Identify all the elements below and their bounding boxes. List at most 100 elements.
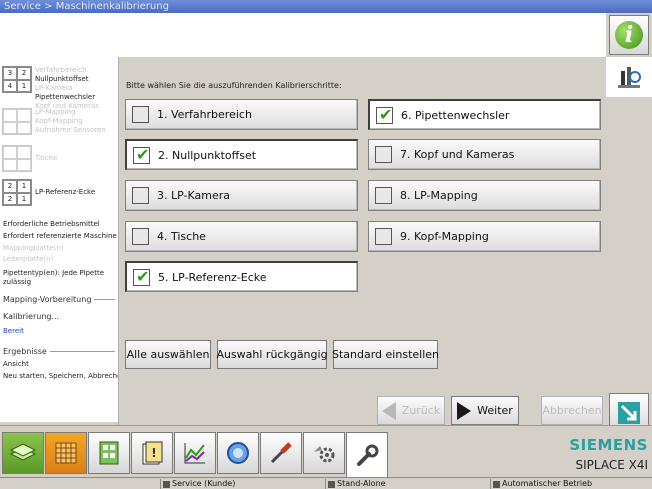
step-prompt: Bitte wählen Sie die auszuführenden Kali… [126, 81, 342, 90]
calibration-cards: Leiterplatte(n) [3, 255, 54, 263]
right-toolbar: i [606, 13, 652, 435]
tab-messages[interactable]: ! [131, 432, 173, 474]
step-label: 3. LP-Kamera [157, 189, 230, 202]
back-button[interactable]: Zurück [377, 396, 445, 425]
lp-step-label: Tische [35, 154, 58, 162]
step-label: 8. LP-Mapping [400, 189, 478, 202]
select-all-button[interactable]: Alle auswählen [125, 340, 211, 369]
camera-icon [227, 442, 249, 464]
required-machine: Erfordert referenzierte Maschine [3, 232, 117, 240]
wrench-icon [357, 444, 379, 466]
tab-service[interactable] [346, 432, 388, 478]
step-label: 7. Kopf und Kameras [400, 148, 515, 161]
user-icon [163, 480, 170, 488]
bottom-taskbar: ! SIEMENS SIPLACE X4I [0, 425, 652, 478]
siemens-logo: SIEMENS [569, 436, 648, 454]
step-5-button[interactable]: ✔ 5. LP-Referenz-Ecke [125, 261, 358, 292]
lp-step-label: Nullpunktoffset [35, 75, 89, 83]
tab-settings[interactable] [303, 432, 345, 474]
step-8-button[interactable]: 8. LP-Mapping [368, 180, 601, 211]
section-calibration: Kalibrierung... [3, 312, 60, 321]
step-1-button[interactable]: 1. Verfahrbereich [125, 99, 358, 130]
calibration-tool-icon [617, 67, 641, 88]
lp-step-label: Pipettenwechsler [35, 93, 96, 101]
document-icon [99, 441, 119, 465]
step-6-button[interactable]: ✔ 6. Pipettenwechsler [368, 99, 601, 130]
status-service: Service (Kunde) [160, 479, 325, 489]
step-7-button[interactable]: 7. Kopf und Kameras [368, 139, 601, 170]
status-line: Stand-Alone [325, 479, 490, 489]
grid-icon [55, 442, 77, 464]
set-default-button[interactable]: Standard einstellen [332, 340, 439, 369]
stack-icon [9, 443, 37, 461]
product-name: SIPLACE X4I [575, 458, 648, 472]
lp-step-label: LP-Kamera [35, 84, 73, 92]
tab-line[interactable] [88, 432, 130, 474]
step-3-checkbox[interactable] [132, 187, 149, 204]
tab-setup[interactable] [45, 432, 87, 474]
result-actions: Neu starten, Speichern, Abbrechen [3, 372, 126, 380]
step-4-checkbox[interactable] [132, 228, 149, 245]
status-operation: Automatischer Betrieb [490, 479, 652, 489]
chart-icon [184, 443, 205, 464]
step-9-button[interactable]: 9. Kopf-Mapping [368, 221, 601, 252]
step-label: 9. Kopf-Mapping [400, 230, 489, 243]
mapping-plate: Mappingplatte(n) [3, 244, 64, 252]
section-mapping: Mapping-Vorbereitung [3, 295, 115, 304]
required-resources-title: Erforderliche Betriebsmittel [3, 220, 100, 228]
main-panel: Bitte wählen Sie die auszuführenden Kali… [118, 57, 606, 435]
tab-camera[interactable] [217, 432, 259, 474]
exit-arrow-icon [618, 402, 640, 424]
result-view: Ansicht [3, 360, 29, 368]
section-results: Ergebnisse [3, 347, 115, 356]
lp-step-label: LP-Mapping [35, 108, 76, 116]
svg-text:!: ! [151, 446, 156, 460]
step-6-checkbox[interactable]: ✔ [376, 104, 393, 124]
tab-tools[interactable] [260, 432, 302, 474]
next-button[interactable]: Weiter [451, 396, 519, 425]
line-icon [328, 480, 335, 488]
window-title: Service > Maschinenkalibrierung [0, 0, 652, 13]
info-button[interactable]: i [609, 15, 649, 55]
step-7-checkbox[interactable] [375, 146, 392, 163]
step-8-checkbox[interactable] [375, 187, 392, 204]
step-2-button[interactable]: ✔ 2. Nullpunktoffset [125, 139, 358, 170]
tab-statistics[interactable] [174, 432, 216, 474]
step-label: 1. Verfahrbereich [157, 108, 252, 121]
step-9-checkbox[interactable] [375, 228, 392, 245]
arrow-left-icon [381, 401, 396, 420]
brand-block: SIEMENS SIPLACE X4I [540, 436, 648, 472]
lp-step-label: Aufnahme Sensoren [35, 126, 106, 134]
status-bar: Service (Kunde) Stand-Alone Automatische… [0, 477, 652, 489]
step-5-checkbox[interactable]: ✔ [133, 266, 150, 286]
lp-group-4: 2 1 2 1 LP-Referenz-Ecke [2, 179, 95, 206]
step-1-checkbox[interactable] [132, 106, 149, 123]
lp-group-2: LP-Mapping Kopf-Mapping Aufnahme Sensore… [2, 108, 106, 135]
mode-icon [493, 480, 500, 488]
step-label: 2. Nullpunktoffset [158, 148, 257, 162]
step-4-button[interactable]: 4. Tische [125, 221, 358, 252]
warning-documents-icon: ! [142, 441, 163, 465]
lp-grid-2 [2, 108, 32, 135]
calibration-tool-button[interactable] [606, 57, 652, 97]
lp-group-3: Tische [2, 145, 57, 172]
status-ready: Bereit [3, 327, 24, 335]
lp-step-label: LP-Referenz-Ecke [35, 188, 96, 196]
step-label: 4. Tische [157, 230, 206, 243]
tab-production[interactable] [2, 432, 44, 474]
undo-selection-button[interactable]: Auswahl rückgängig [216, 340, 328, 369]
screwdriver-icon [270, 442, 292, 464]
lp-grid-1: 3 2 4 1 [2, 66, 32, 93]
lp-step-label: Verfahrbereich [35, 66, 87, 74]
pipette-type: Pipettentyp(en): Jede Pipette zulässig [3, 269, 105, 286]
checkmark-icon: ✔ [136, 266, 150, 286]
left-status-panel: 3 2 4 1 Verfahrbereich Nullpunktoffset L… [0, 57, 126, 422]
lp-group-1: 3 2 4 1 Verfahrbereich Nullpunktoffset L… [2, 66, 99, 111]
step-3-button[interactable]: 3. LP-Kamera [125, 180, 358, 211]
cancel-button[interactable]: Abbrechen [541, 396, 603, 425]
checkmark-icon: ✔ [379, 104, 393, 124]
arrow-right-icon [457, 401, 472, 420]
lp-grid-4: 2 1 2 1 [2, 179, 32, 206]
step-2-checkbox[interactable]: ✔ [133, 144, 150, 164]
checkmark-icon: ✔ [136, 144, 150, 164]
